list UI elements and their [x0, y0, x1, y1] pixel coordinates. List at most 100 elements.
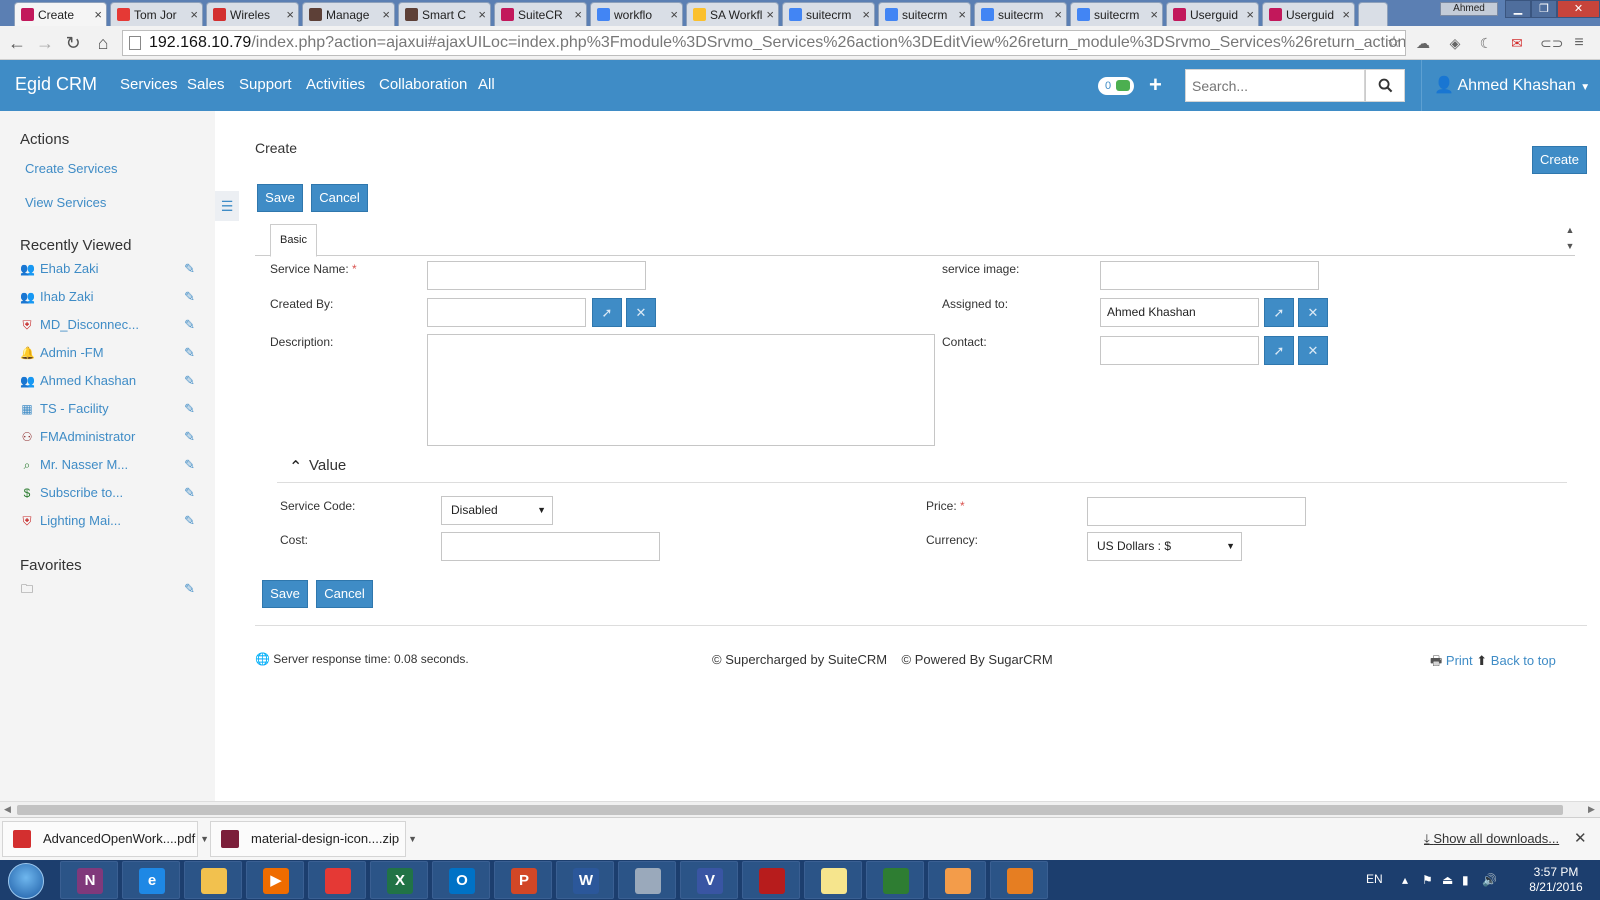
edit-pencil-icon[interactable]: ✎ [184, 317, 195, 333]
contact-input[interactable] [1100, 336, 1259, 365]
start-button[interactable] [8, 863, 44, 899]
description-textarea[interactable] [427, 334, 935, 446]
search-icon[interactable] [1365, 69, 1405, 102]
taskbar-app-explorer[interactable] [184, 861, 242, 899]
gmail-extension-icon[interactable]: ✉ [1508, 34, 1526, 52]
browser-tab[interactable]: Smart C × [398, 2, 491, 26]
taskbar-app-acrobat[interactable] [742, 861, 800, 899]
create-services-link[interactable]: Create Services [25, 161, 117, 176]
select-cursor-icon[interactable]: ➚ [1264, 336, 1294, 365]
sidebar-toggle-list-icon[interactable]: ☰ [215, 191, 239, 221]
service-code-select[interactable]: Disabled ▼ [441, 496, 553, 525]
recent-item-label[interactable]: Subscribe to... [40, 485, 123, 500]
horizontal-scrollbar[interactable]: ◀ ▶ [0, 801, 1600, 817]
download-item-pdf[interactable]: AdvancedOpenWork....pdf ▼ [2, 821, 209, 857]
search-input[interactable] [1185, 69, 1365, 102]
select-cursor-icon[interactable]: ➚ [1264, 298, 1294, 327]
chevron-down-icon[interactable]: ▼ [200, 822, 209, 856]
recent-item[interactable]: 🔔 Admin -FM ✎ [20, 345, 195, 363]
tab-close-icon[interactable]: × [1246, 7, 1254, 22]
menu-icon[interactable]: ≡ [1570, 34, 1588, 52]
usb-icon[interactable]: ⏏ [1442, 873, 1453, 887]
supercharged-link[interactable]: © Supercharged by SuiteCRM [712, 652, 887, 667]
taskbar-app-sticky-notes[interactable] [804, 861, 862, 899]
recent-item[interactable]: 👥 Ihab Zaki ✎ [20, 289, 195, 307]
quick-create-plus-icon[interactable]: + [1149, 72, 1162, 98]
scroll-left-icon[interactable]: ◀ [4, 804, 11, 815]
edit-pencil-icon[interactable]: ✎ [184, 373, 195, 389]
taskbar-app-onenote[interactable]: N [60, 861, 118, 899]
nav-services[interactable]: Services [120, 76, 178, 93]
brand-logo[interactable]: Egid CRM [15, 74, 97, 95]
browser-tab[interactable]: SuiteCR × [494, 2, 587, 26]
tab-close-icon[interactable]: × [670, 7, 678, 22]
create-button[interactable]: Create [1532, 146, 1587, 174]
browser-tab[interactable]: Create × [14, 2, 107, 26]
taskbar-app-excel[interactable]: X [370, 861, 428, 899]
recent-item[interactable]: ⛨ MD_Disconnec... ✎ [20, 317, 195, 335]
browser-tab[interactable]: Userguid × [1262, 2, 1355, 26]
tray-arrow-icon[interactable]: ▴ [1402, 873, 1408, 887]
browser-tab[interactable]: suitecrm × [782, 2, 875, 26]
moon-extension-icon[interactable]: ☾ [1477, 34, 1495, 52]
save-button-bottom[interactable]: Save [262, 580, 308, 608]
tab-basic[interactable]: Basic [270, 224, 317, 257]
recent-item-label[interactable]: Admin -FM [40, 345, 104, 360]
edit-pencil-icon[interactable]: ✎ [184, 457, 195, 473]
recent-item[interactable]: 👥 Ahmed Khashan ✎ [20, 373, 195, 391]
recent-item[interactable]: ▦ TS - Facility ✎ [20, 401, 195, 419]
taskbar-app-media-player[interactable]: ▶ [246, 861, 304, 899]
scrollbar-thumb[interactable] [17, 805, 1563, 815]
browser-tab[interactable]: SA Workflo × [686, 2, 779, 26]
browser-tab[interactable]: workflo × [590, 2, 683, 26]
recent-item-label[interactable]: Ihab Zaki [40, 289, 93, 304]
clear-x-icon[interactable]: ✕ [626, 298, 656, 327]
link-extension-icon[interactable]: ⊂⊃ [1540, 34, 1563, 52]
tab-close-icon[interactable]: × [286, 7, 294, 22]
clear-x-icon[interactable]: ✕ [1298, 336, 1328, 365]
reload-icon[interactable]: ↻ [62, 32, 84, 54]
browser-tab[interactable]: suitecrm × [974, 2, 1067, 26]
tab-close-icon[interactable]: × [1150, 7, 1158, 22]
tab-close-icon[interactable]: × [1054, 7, 1062, 22]
tab-close-icon[interactable]: × [190, 7, 198, 22]
recent-item[interactable]: $ Subscribe to... ✎ [20, 485, 195, 503]
browser-tab[interactable]: Wireles × [206, 2, 299, 26]
recent-item-label[interactable]: TS - Facility [40, 401, 109, 416]
clock[interactable]: 3:57 PM 8/21/2016 [1516, 865, 1596, 895]
view-services-link[interactable]: View Services [25, 195, 106, 210]
assigned-to-input[interactable]: Ahmed Khashan [1100, 298, 1259, 327]
bookmark-star-icon[interactable]: ☆ [1385, 34, 1403, 52]
address-bar[interactable]: 192.168.10.79/index.php?action=ajaxui#aj… [122, 30, 1406, 56]
value-panel-header[interactable]: ⌃ Value [277, 455, 1567, 483]
nav-sales[interactable]: Sales [187, 76, 225, 93]
chevron-down-icon[interactable]: ▼ [408, 822, 417, 856]
taskbar-app-movie-maker[interactable] [866, 861, 924, 899]
recent-item-label[interactable]: Ahmed Khashan [40, 373, 136, 388]
taskbar-app-internet-explorer[interactable]: e [122, 861, 180, 899]
browser-tab[interactable]: suitecrm × [878, 2, 971, 26]
show-all-downloads-link[interactable]: ⤓ Show all downloads... [1424, 831, 1559, 847]
recent-item-label[interactable]: Mr. Nasser M... [40, 457, 128, 472]
notification-badge[interactable]: 0 [1098, 77, 1134, 95]
browser-tab[interactable]: suitecrm × [1070, 2, 1163, 26]
home-icon[interactable]: ⌂ [92, 32, 114, 54]
taskbar-app-word[interactable]: W [556, 861, 614, 899]
favorite-item[interactable]: 🗀 ✎ [20, 581, 195, 599]
back-to-top-link[interactable]: Back to top [1491, 653, 1556, 668]
browser-tab[interactable]: Userguid × [1166, 2, 1259, 26]
tab-close-icon[interactable]: × [862, 7, 870, 22]
nav-support[interactable]: Support [239, 76, 292, 93]
recent-item[interactable]: ⌕ Mr. Nasser M... ✎ [20, 457, 195, 475]
user-menu[interactable]: 👤 Ahmed Khashan ▼ [1421, 60, 1600, 111]
edit-pencil-icon[interactable]: ✎ [184, 261, 195, 277]
price-input[interactable] [1087, 497, 1306, 526]
tab-close-icon[interactable]: × [478, 7, 486, 22]
language-indicator[interactable]: EN [1366, 872, 1383, 886]
scroll-right-icon[interactable]: ▶ [1588, 804, 1595, 815]
taskbar-app-calculator[interactable] [618, 861, 676, 899]
browser-tab[interactable]: Tom Jor × [110, 2, 203, 26]
taskbar-app-viewer[interactable] [990, 861, 1048, 899]
back-icon[interactable]: ← [6, 32, 28, 54]
edit-pencil-icon[interactable]: ✎ [184, 581, 195, 597]
